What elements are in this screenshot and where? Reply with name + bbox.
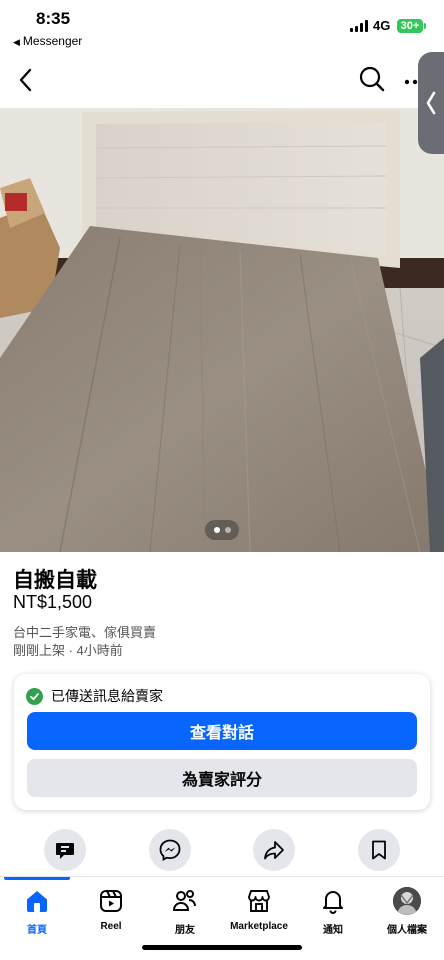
chevron-left-icon — [19, 68, 32, 92]
messenger-icon — [159, 839, 181, 862]
listing-location[interactable]: 台中二手家電、傢俱買賣 — [13, 622, 156, 641]
more-button[interactable] — [404, 74, 418, 85]
listing-photo[interactable] — [0, 108, 444, 552]
chat-alert-icon — [56, 843, 74, 859]
listing-posted-time: 剛剛上架 · 4小時前 — [13, 643, 123, 658]
view-conversation-button[interactable]: 查看對話 — [27, 712, 417, 750]
profile-avatar — [393, 887, 421, 915]
bed-photo-image — [0, 108, 444, 552]
messenger-action-button[interactable] — [149, 829, 191, 871]
message-sent-text: 已傳送訊息給賣家 — [51, 688, 163, 704]
save-action-button[interactable] — [358, 829, 400, 871]
reels-icon — [97, 887, 125, 915]
network-type: 4G — [373, 18, 391, 33]
send-message-action-button[interactable] — [44, 829, 86, 871]
back-triangle-icon: ◀ — [13, 37, 20, 47]
share-icon — [264, 841, 284, 860]
share-action-button[interactable] — [253, 829, 295, 871]
more-horizontal-icon — [404, 79, 418, 85]
battery-icon: 30+ — [397, 19, 426, 33]
message-sent-card: 已傳送訊息給賣家 查看對話 為賣家評分 — [14, 674, 430, 810]
status-bar: 8:35 ◀ Messenger 4G 30+ — [0, 0, 444, 52]
tab-home-label: 首頁 — [27, 925, 47, 936]
floating-side-tab[interactable] — [418, 52, 444, 154]
search-button[interactable] — [358, 65, 386, 93]
tab-notifications[interactable]: 通知 — [296, 887, 370, 939]
message-sent-status: 已傳送訊息給賣家 — [26, 686, 163, 706]
gallery-page-indicator — [205, 520, 239, 540]
friends-icon — [171, 887, 199, 915]
listing-price: NT$1,500 — [13, 592, 93, 612]
tab-profile[interactable]: 個人檔案 — [370, 887, 444, 939]
tab-friends-label: 朋友 — [175, 925, 195, 936]
tab-profile-label: 個人檔案 — [387, 925, 427, 936]
tab-reel[interactable]: Reel — [74, 887, 148, 939]
rate-seller-button[interactable]: 為賣家評分 — [27, 759, 417, 797]
signal-icon — [350, 20, 368, 32]
tab-home[interactable]: 首頁 — [0, 887, 74, 939]
page-dot-active — [213, 527, 220, 533]
bookmark-icon — [372, 840, 386, 860]
top-nav-bar — [0, 52, 444, 108]
marketplace-icon — [245, 887, 273, 915]
chevron-left-icon — [426, 91, 436, 115]
check-circle-icon — [26, 687, 43, 705]
listing-title: 自搬自載 — [13, 569, 97, 592]
back-button[interactable] — [14, 66, 40, 94]
tab-notifications-label: 通知 — [323, 925, 343, 936]
tab-reel-label: Reel — [100, 921, 122, 932]
search-icon — [359, 66, 385, 92]
status-time: 8:35 — [36, 9, 71, 28]
back-app-label: Messenger — [22, 34, 83, 48]
home-icon — [23, 887, 51, 915]
tab-marketplace-label: Marketplace — [230, 921, 288, 932]
active-tab-indicator — [4, 877, 70, 880]
home-indicator — [142, 945, 302, 950]
bell-icon — [319, 887, 347, 915]
tab-friends[interactable]: 朋友 — [148, 887, 222, 939]
tab-marketplace[interactable]: Marketplace — [222, 887, 296, 939]
page-dot — [224, 527, 231, 533]
back-to-app-link[interactable]: ◀ Messenger — [13, 34, 82, 48]
